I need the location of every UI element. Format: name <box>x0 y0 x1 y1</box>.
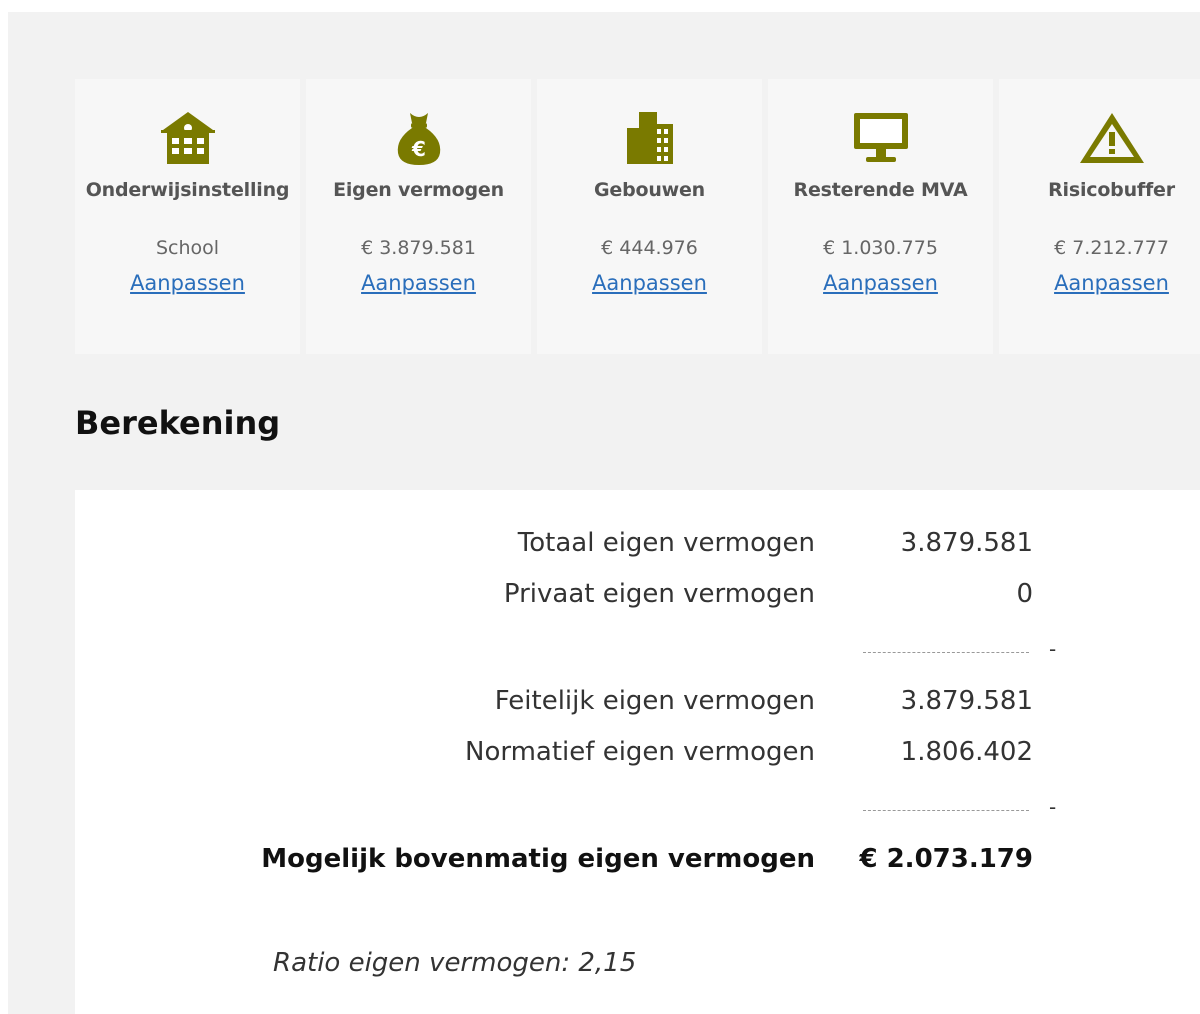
edit-link-gebouwen[interactable]: Aanpassen <box>592 271 707 295</box>
calc-row-feitelijk: Feitelijk eigen vermogen 3.879.581 <box>75 686 1200 726</box>
calc-label: Privaat eigen vermogen <box>503 579 815 609</box>
edit-link-onderwijsinstelling[interactable]: Aanpassen <box>130 271 245 295</box>
ratio-value: 2,15 <box>578 948 637 978</box>
money-bag-euro-icon: € <box>392 107 446 169</box>
card-title: Gebouwen <box>593 179 706 201</box>
office-building-icon <box>625 107 675 169</box>
card-title: Resterende MVA <box>793 179 968 201</box>
total-label: Mogelijk bovenmatig eigen vermogen <box>261 844 815 874</box>
card-risicobuffer: Risicobuffer € 7.212.777 Aanpassen <box>999 79 1200 354</box>
section-title: Berekening <box>75 404 281 442</box>
card-onderwijsinstelling: Onderwijsinstelling School Aanpassen <box>75 79 300 354</box>
calculation-panel: Totaal eigen vermogen 3.879.581 Privaat … <box>75 490 1200 1014</box>
warning-triangle-icon <box>1078 107 1146 169</box>
calc-row-privaat: Privaat eigen vermogen 0 <box>75 579 1200 619</box>
calc-value: 3.879.581 <box>900 686 1033 716</box>
card-title: Risicobuffer <box>1048 179 1175 201</box>
card-value: € 7.212.777 <box>1054 237 1169 259</box>
calc-row-normatief: Normatief eigen vermogen 1.806.402 <box>75 737 1200 777</box>
card-eigen-vermogen: € Eigen vermogen € 3.879.581 Aanpassen <box>306 79 531 354</box>
calc-row-totaal: Totaal eigen vermogen 3.879.581 <box>75 528 1200 568</box>
card-value: € 1.030.775 <box>823 237 938 259</box>
calc-label: Normatief eigen vermogen <box>465 737 815 767</box>
separator-line <box>863 652 1029 653</box>
computer-monitor-icon <box>852 107 910 169</box>
minus-sign: - <box>1049 637 1057 661</box>
edit-link-eigen-vermogen[interactable]: Aanpassen <box>361 271 476 295</box>
separator-line <box>863 810 1029 811</box>
ratio-label: Ratio eigen vermogen: <box>273 948 571 978</box>
card-value: School <box>155 237 220 259</box>
school-building-icon <box>159 107 217 169</box>
calc-value: 3.879.581 <box>900 528 1033 558</box>
summary-cards: Onderwijsinstelling School Aanpassen € E… <box>75 79 1200 354</box>
card-value: € 3.879.581 <box>361 237 476 259</box>
ratio-text: Ratio eigen vermogen: 2,15 <box>273 948 636 978</box>
card-title: Eigen vermogen <box>333 179 504 201</box>
calc-label: Totaal eigen vermogen <box>517 528 815 558</box>
card-value: € 444.976 <box>601 237 698 259</box>
edit-link-risicobuffer[interactable]: Aanpassen <box>1054 271 1169 295</box>
calc-row-total: Mogelijk bovenmatig eigen vermogen € 2.0… <box>75 844 1200 884</box>
page: Onderwijsinstelling School Aanpassen € E… <box>8 12 1200 1014</box>
calc-label: Feitelijk eigen vermogen <box>494 686 815 716</box>
calc-value: 0 <box>1016 579 1033 609</box>
calc-value: 1.806.402 <box>900 737 1033 767</box>
card-gebouwen: Gebouwen € 444.976 Aanpassen <box>537 79 762 354</box>
minus-sign: - <box>1049 795 1057 819</box>
edit-link-resterende-mva[interactable]: Aanpassen <box>823 271 938 295</box>
svg-text:€: € <box>411 137 426 161</box>
total-value: € 2.073.179 <box>859 844 1033 874</box>
card-resterende-mva: Resterende MVA € 1.030.775 Aanpassen <box>768 79 993 354</box>
card-title: Onderwijsinstelling <box>85 179 290 201</box>
